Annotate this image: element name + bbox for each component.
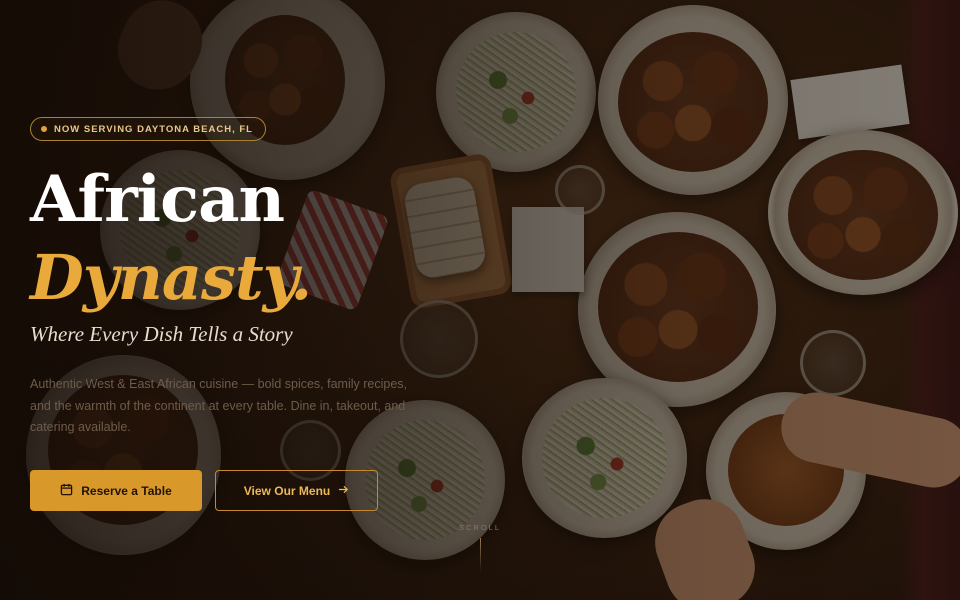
- reserve-table-label: Reserve a Table: [81, 483, 172, 498]
- scroll-line: [479, 538, 481, 572]
- scroll-indicator[interactable]: SCROLL: [452, 523, 508, 572]
- reserve-table-button[interactable]: Reserve a Table: [30, 470, 202, 511]
- view-menu-button[interactable]: View Our Menu: [215, 470, 378, 511]
- location-badge-text: NOW SERVING DAYTONA BEACH, FL: [54, 123, 253, 135]
- scroll-label: SCROLL: [458, 523, 501, 532]
- title-line-2: Dynasty.: [30, 241, 312, 314]
- calendar-icon: [60, 483, 73, 499]
- title-line-1: African: [30, 162, 285, 237]
- tagline: Where Every Dish Tells a Story: [30, 322, 293, 346]
- location-badge: NOW SERVING DAYTONA BEACH, FL: [30, 117, 266, 141]
- view-menu-label: View Our Menu: [243, 483, 331, 498]
- description: Authentic West & East African cuisine — …: [30, 377, 408, 434]
- dot-icon: [41, 126, 47, 132]
- arrow-right-icon: [338, 484, 349, 498]
- hero-section: NOW SERVING DAYTONA BEACH, FL African Dy…: [30, 0, 550, 600]
